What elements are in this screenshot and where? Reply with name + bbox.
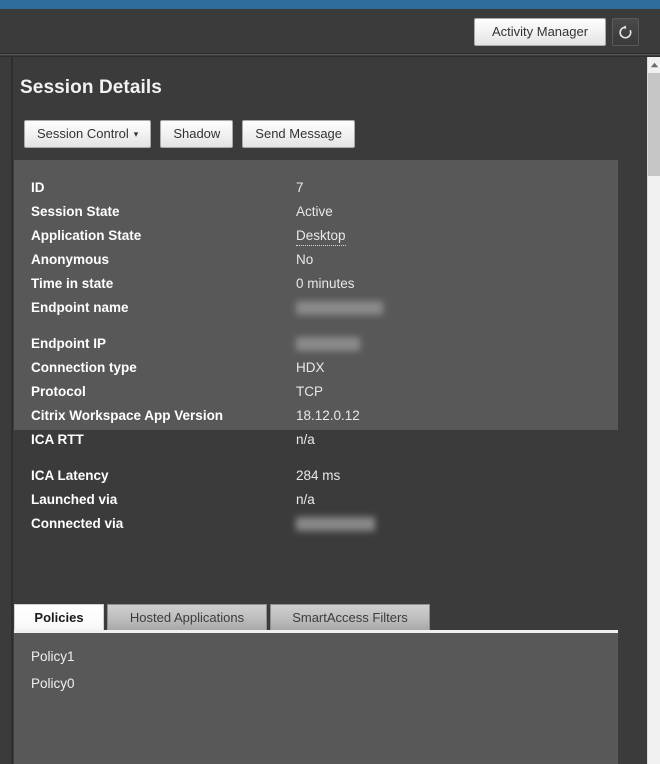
- session-property-key: Connected via: [31, 516, 124, 531]
- policies-tab-panel: Policy1 Policy0: [14, 633, 618, 764]
- session-property-key: ICA RTT: [31, 432, 84, 447]
- policy-list: Policy1 Policy0: [31, 643, 618, 697]
- session-property-value: SHREDWDVA: [296, 296, 383, 320]
- top-toolbar: Activity Manager: [0, 9, 660, 54]
- session-property-row: Anonymous No: [14, 248, 618, 272]
- session-property-row: Connection type HDX: [14, 356, 618, 380]
- session-property-key: Anonymous: [31, 252, 110, 267]
- send-message-button[interactable]: Send Message: [242, 120, 356, 148]
- session-property-value: HDX: [296, 360, 325, 375]
- session-property-row: Endpoint IP 10.140.7.9: [14, 332, 618, 356]
- refresh-icon: [618, 24, 633, 40]
- tab-hosted-applications[interactable]: Hosted Applications: [107, 604, 267, 630]
- detail-tabs: Policies Hosted Applications SmartAccess F…: [14, 604, 618, 630]
- session-actions-toolbar: Session Control ▾ Shadow Send Message: [24, 120, 356, 148]
- session-property-value: 10.140.7.9: [296, 332, 360, 356]
- session-properties-list: ID 7 Session State Active Application State D…: [14, 160, 618, 536]
- session-property-key: Launched via: [31, 492, 118, 507]
- session-property-value: 284 ms: [296, 468, 341, 483]
- session-property-key: Application State: [31, 228, 142, 243]
- session-property-key: Citrix Workspace App Version: [31, 408, 224, 423]
- session-property-value: 7: [296, 180, 304, 195]
- session-details-panel: ID 7 Session State Active Application State D…: [14, 160, 618, 531]
- activity-manager-button[interactable]: Activity Manager: [474, 18, 606, 46]
- session-property-value: 10.63.32.178: [296, 512, 375, 536]
- page-title: Session Details: [20, 77, 162, 98]
- session-property-row: Application State Desktop: [14, 224, 618, 248]
- session-property-row: ICA RTT n/a: [14, 428, 618, 464]
- session-property-value: 18.12.0.12: [296, 408, 360, 423]
- session-property-row: Launched via n/a: [14, 488, 618, 512]
- scrollbar-thumb[interactable]: [648, 73, 660, 176]
- content-region: Session Details Session Control ▾ Shadow …: [0, 57, 647, 764]
- session-property-row: ICA Latency 284 ms: [14, 464, 618, 488]
- session-property-row: Session State Active: [14, 200, 618, 224]
- accent-strip: [0, 0, 660, 9]
- session-property-value: TCP: [296, 384, 323, 399]
- session-control-button[interactable]: Session Control ▾: [24, 120, 152, 148]
- session-property-value: No: [296, 252, 314, 267]
- session-property-value[interactable]: Desktop: [296, 227, 346, 246]
- session-property-key: ICA Latency: [31, 468, 109, 483]
- session-property-row: ID 7: [14, 176, 618, 200]
- chevron-down-icon: ▾: [133, 129, 139, 139]
- session-property-key: Endpoint IP: [31, 336, 106, 351]
- session-property-row: Protocol TCP: [14, 380, 618, 404]
- session-property-value: n/a: [296, 492, 315, 507]
- session-property-key: Time in state: [31, 276, 114, 291]
- vertical-scrollbar[interactable]: [647, 57, 660, 764]
- session-property-row: Citrix Workspace App Version 18.12.0.12: [14, 404, 618, 428]
- left-rail-divider: [11, 57, 13, 764]
- session-control-label: Session Control: [37, 126, 129, 141]
- scrollbar-track[interactable]: [648, 176, 660, 764]
- session-property-key: ID: [31, 180, 45, 195]
- session-property-key: Connection type: [31, 360, 137, 375]
- refresh-button[interactable]: [612, 18, 639, 46]
- shadow-button[interactable]: Shadow: [160, 120, 234, 148]
- session-property-key: Endpoint name: [31, 300, 129, 315]
- session-property-key: Session State: [31, 204, 120, 219]
- session-property-key: Protocol: [31, 384, 86, 399]
- session-property-value: 0 minutes: [296, 276, 355, 291]
- list-item[interactable]: Policy0: [31, 670, 618, 697]
- session-property-value: n/a: [296, 432, 315, 447]
- list-item[interactable]: Policy1: [31, 643, 618, 670]
- session-property-row: Time in state 0 minutes: [14, 272, 618, 296]
- tab-smartaccess-filters[interactable]: SmartAccess Filters: [270, 604, 430, 630]
- session-property-value: Active: [296, 204, 333, 219]
- scroll-up-button[interactable]: [648, 57, 660, 72]
- session-property-row: Endpoint name SHREDWDVA: [14, 296, 618, 332]
- tab-policies[interactable]: Policies: [14, 604, 104, 630]
- session-details-page: Activity Manager Session Details Session…: [0, 0, 660, 764]
- session-property-row: Connected via 10.63.32.178: [14, 512, 618, 536]
- caret-up-icon: [650, 62, 659, 68]
